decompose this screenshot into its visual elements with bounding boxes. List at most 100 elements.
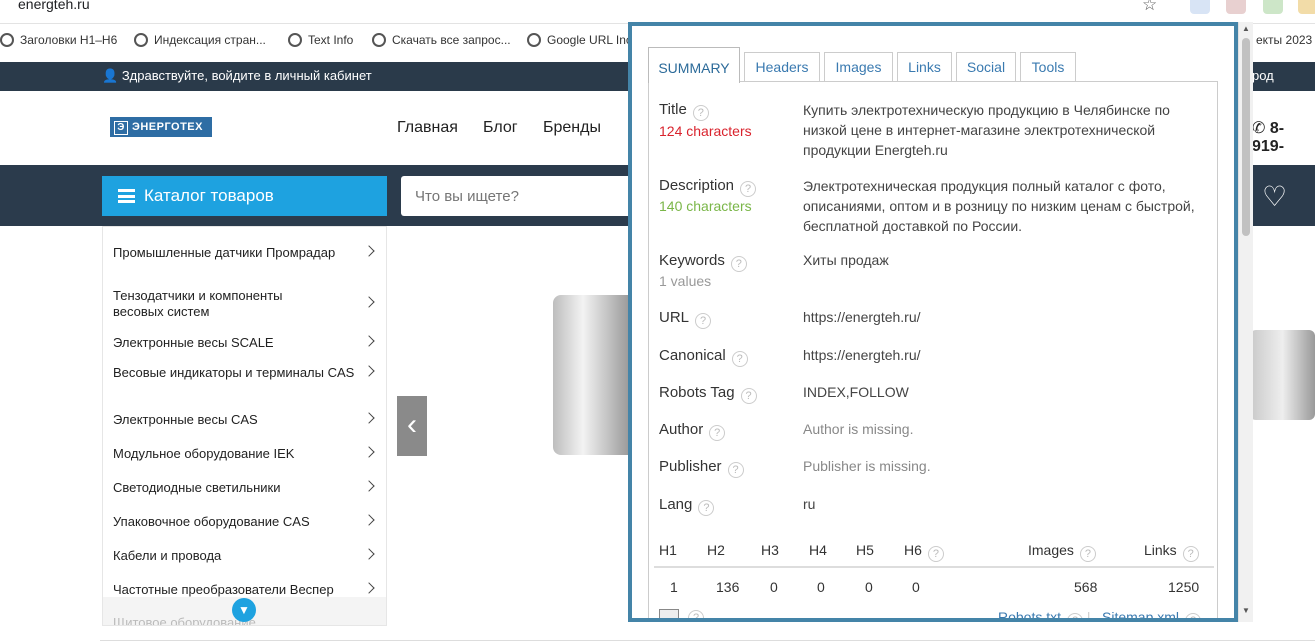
product-image	[553, 295, 628, 455]
nav-brands[interactable]: Бренды	[543, 119, 601, 137]
tab-headers[interactable]: Headers	[744, 52, 820, 82]
scroll-up-icon[interactable]: ▲	[1242, 24, 1250, 33]
h1-column-header: H1	[659, 542, 677, 558]
bookmark-item[interactable]: екты 2023	[1256, 33, 1312, 47]
h4-count: 0	[817, 579, 825, 595]
city-selector[interactable]: род	[1252, 68, 1274, 83]
search-input[interactable]	[401, 176, 631, 216]
tab-summary[interactable]: SUMMARY	[648, 47, 740, 83]
address-bar[interactable]: energteh.ru ☆	[0, 0, 1315, 24]
help-icon[interactable]: ?	[709, 425, 726, 441]
help-icon[interactable]: ?	[1185, 613, 1202, 618]
site-logo[interactable]: Э ЭНЕРГОТЕХ	[110, 117, 212, 137]
description-char-count: 140 characters	[659, 198, 752, 214]
tab-tools[interactable]: Tools	[1020, 52, 1076, 82]
phone-number[interactable]: ✆ 8-919-	[1252, 118, 1315, 156]
lang-label: Lang?	[659, 496, 715, 516]
globe-icon	[288, 33, 302, 47]
bookmark-star-icon[interactable]: ☆	[1142, 0, 1157, 15]
url-text[interactable]: energteh.ru	[18, 0, 90, 12]
images-count: 568	[1074, 579, 1098, 595]
nav-home[interactable]: Главная	[397, 119, 458, 137]
keywords-count: 1 values	[659, 273, 712, 289]
scrollbar-thumb[interactable]	[1242, 38, 1250, 236]
divider	[100, 640, 1315, 641]
hamburger-icon	[118, 189, 135, 203]
menu-item[interactable]: Светодиодные светильники	[113, 480, 381, 496]
bookmark-item[interactable]: Google URL Inc	[527, 33, 632, 47]
tab-images[interactable]: Images	[824, 52, 893, 82]
menu-item[interactable]: Модульное оборудование IEK	[113, 446, 381, 462]
lang-value: ru	[803, 496, 816, 512]
help-icon[interactable]: ?	[1079, 546, 1096, 562]
help-icon[interactable]: ?	[731, 351, 748, 367]
extension-colors-icon[interactable]	[1298, 0, 1315, 14]
menu-item[interactable]: Промышленные датчики Промрадар	[113, 245, 381, 261]
menu-item[interactable]: Упаковочное оборудование CAS	[113, 514, 381, 530]
help-icon[interactable]: ?	[1067, 613, 1084, 618]
url-value[interactable]: https://energteh.ru/	[803, 307, 1198, 327]
extension-shield-icon[interactable]	[1263, 0, 1283, 14]
publisher-value: Publisher is missing.	[803, 458, 931, 474]
menu-scroll-down-icon[interactable]: ▼	[232, 598, 256, 622]
h6-count: 0	[912, 579, 920, 595]
url-label: URL?	[659, 309, 712, 329]
login-link[interactable]: 👤 Здравствуйте, войдите в личный кабинет	[102, 68, 372, 84]
bookmark-item[interactable]: Скачать все запрос...	[372, 33, 511, 47]
help-icon[interactable]: ?	[740, 181, 757, 197]
h5-column-header: H5	[856, 542, 874, 558]
help-icon[interactable]: ?	[727, 462, 744, 478]
bookmark-item[interactable]: Заголовки H1–H6	[0, 33, 117, 47]
h4-column-header: H4	[809, 542, 827, 558]
h3-count: 0	[770, 579, 778, 595]
slider-prev-button[interactable]: ‹	[397, 396, 427, 456]
menu-item[interactable]: Электронные весы CAS	[113, 412, 381, 428]
tab-links[interactable]: Links	[897, 52, 952, 82]
links-column-header: Links?	[1144, 542, 1199, 562]
favorites-heart-icon[interactable]: ♡	[1262, 180, 1287, 213]
menu-item[interactable]: Тензодатчики и компоненты весовых систем	[113, 288, 375, 320]
globe-icon	[527, 33, 541, 47]
sitemap-xml-link[interactable]: Sitemap.xml?	[1102, 609, 1202, 618]
help-icon[interactable]: ?	[1182, 546, 1199, 562]
menu-item[interactable]: Кабели и провода	[113, 548, 381, 564]
canonical-value[interactable]: https://energteh.ru/	[803, 345, 1198, 365]
popup-scrollbar[interactable]: ▲ ▼	[1238, 22, 1253, 622]
nav-blog[interactable]: Блог	[483, 119, 518, 137]
keywords-value: Хиты продаж	[803, 252, 889, 268]
robots-txt-link[interactable]: Robots.txt? |	[998, 609, 1091, 618]
menu-item[interactable]: Весовые индикаторы и терминалы CAS	[113, 365, 375, 381]
chevron-right-icon	[363, 548, 375, 560]
keywords-label: Keywords?	[659, 252, 747, 272]
help-icon[interactable]: ?	[692, 105, 709, 121]
scroll-down-icon[interactable]: ▼	[1242, 606, 1250, 615]
chevron-right-icon	[363, 446, 375, 458]
chevron-right-icon	[363, 582, 375, 594]
tab-social[interactable]: Social	[956, 52, 1016, 82]
bookmark-item[interactable]: Индексация стран...	[134, 33, 266, 47]
help-icon[interactable]: ?	[927, 546, 944, 562]
extension-seo-icon[interactable]	[1226, 0, 1246, 14]
globe-icon	[0, 33, 14, 47]
author-value: Author is missing.	[803, 421, 914, 437]
chart-icon[interactable]	[659, 609, 679, 618]
phone-icon: ✆	[1252, 120, 1266, 137]
logo-mark-icon: Э	[114, 121, 128, 135]
chevron-right-icon	[363, 480, 375, 492]
product-image	[1250, 330, 1315, 420]
description-value: Электротехническая продукция полный ката…	[803, 178, 1195, 234]
help-icon[interactable]: ?	[740, 388, 757, 404]
images-column-header: Images?	[1028, 542, 1096, 562]
chevron-right-icon	[363, 296, 375, 308]
help-icon[interactable]: ?	[730, 256, 747, 272]
author-label: Author?	[659, 421, 726, 441]
catalog-button[interactable]: Каталог товаров	[102, 176, 387, 216]
extension-translate-icon[interactable]	[1190, 0, 1210, 14]
h1-count: 1	[670, 579, 678, 595]
menu-item[interactable]: Частотные преобразователи Веспер	[113, 582, 381, 598]
help-icon[interactable]: ?	[688, 610, 704, 618]
help-icon[interactable]: ?	[698, 500, 715, 516]
bookmark-item[interactable]: Text Info	[288, 33, 353, 47]
help-icon[interactable]: ?	[695, 313, 712, 329]
menu-item[interactable]: Электронные весы SCALE	[113, 335, 381, 351]
